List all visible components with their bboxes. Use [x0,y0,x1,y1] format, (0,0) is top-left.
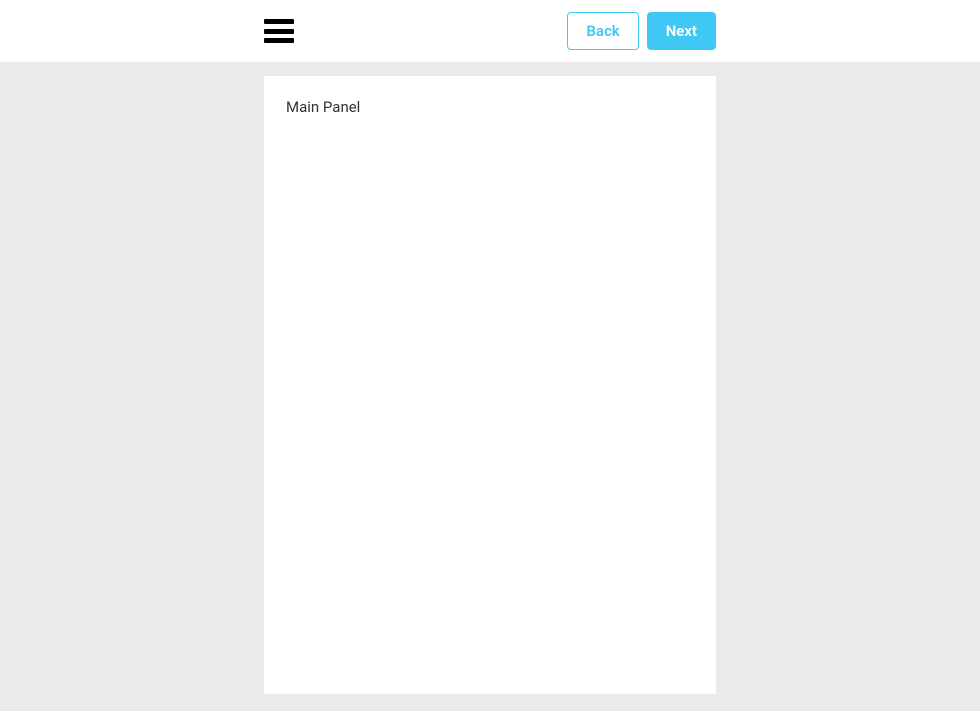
main-panel: Main Panel [264,76,716,694]
header-buttons: Back Next [567,12,716,50]
next-button[interactable]: Next [647,12,716,50]
panel-title: Main Panel [286,98,694,116]
content-area: Main Panel [0,62,980,694]
back-button[interactable]: Back [567,12,638,50]
header-inner: Back Next [264,12,716,50]
header: Back Next [0,0,980,62]
menu-icon[interactable] [264,19,294,43]
